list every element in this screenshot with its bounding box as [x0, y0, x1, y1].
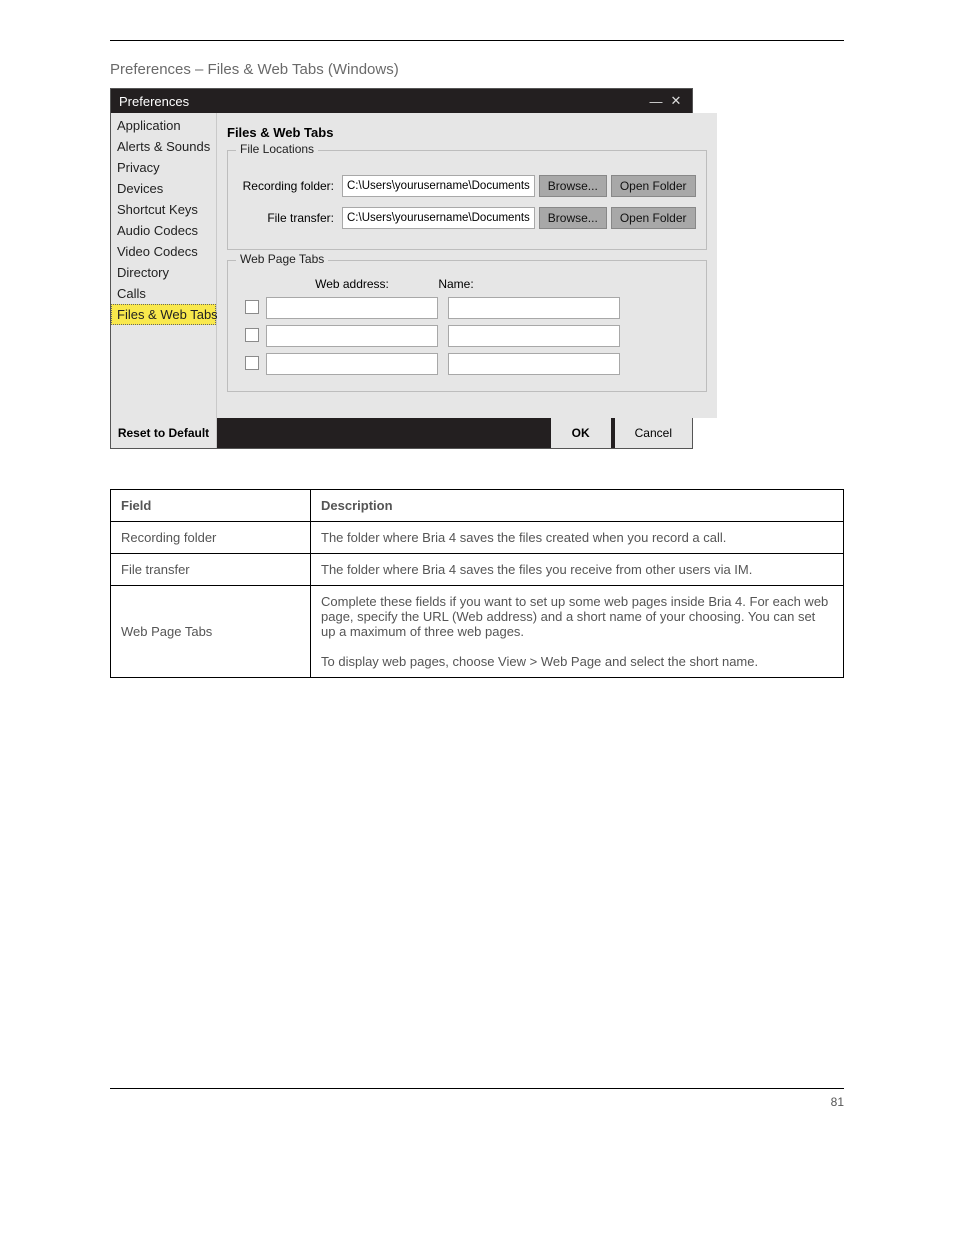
- sidebar-item-privacy[interactable]: Privacy: [111, 157, 216, 178]
- field-desc: The folder where Bria 4 saves the files …: [311, 554, 844, 586]
- webtab-2-name-input[interactable]: [448, 325, 620, 347]
- sidebar-item-application[interactable]: Application: [111, 115, 216, 136]
- sidebar-item-devices[interactable]: Devices: [111, 178, 216, 199]
- page-number: 81: [110, 1095, 844, 1109]
- dialog-footer: Reset to Default OK Cancel: [111, 418, 692, 448]
- webtab-3-checkbox[interactable]: [245, 356, 259, 370]
- sidebar-item-directory[interactable]: Directory: [111, 262, 216, 283]
- table-head-description: Description: [311, 490, 844, 522]
- file-transfer-input[interactable]: C:\Users\yourusername\Documents: [342, 207, 535, 229]
- table-row: Recording folder The folder where Bria 4…: [111, 522, 844, 554]
- panel-title: Files & Web Tabs: [227, 125, 707, 140]
- webtab-2-address-input[interactable]: [266, 325, 438, 347]
- recording-folder-label: Recording folder:: [238, 179, 338, 193]
- sidebar-item-audio-codecs[interactable]: Audio Codecs: [111, 220, 216, 241]
- webtab-2-checkbox[interactable]: [245, 328, 259, 342]
- reset-to-default-button[interactable]: Reset to Default: [111, 418, 217, 448]
- file-transfer-label: File transfer:: [238, 211, 338, 225]
- web-page-tabs-group: Web Page Tabs Web address: Name:: [227, 260, 707, 392]
- sidebar-item-files-web-tabs[interactable]: Files & Web Tabs: [111, 304, 216, 325]
- window-title: Preferences: [119, 94, 646, 109]
- sidebar-item-alerts-sounds[interactable]: Alerts & Sounds: [111, 136, 216, 157]
- table-head-field: Field: [111, 490, 311, 522]
- preferences-dialog: Preferences — ✕ Application Alerts & Sou…: [110, 88, 693, 449]
- webtab-1-address-input[interactable]: [266, 297, 438, 319]
- cancel-button[interactable]: Cancel: [615, 418, 692, 448]
- sidebar-item-video-codecs[interactable]: Video Codecs: [111, 241, 216, 262]
- field-name: File transfer: [111, 554, 311, 586]
- preferences-sidebar: Application Alerts & Sounds Privacy Devi…: [111, 113, 217, 418]
- webtab-3-address-input[interactable]: [266, 353, 438, 375]
- name-header: Name:: [438, 277, 474, 291]
- web-page-tabs-title: Web Page Tabs: [236, 252, 328, 266]
- webtab-1-checkbox[interactable]: [245, 300, 259, 314]
- fields-description-table: Field Description Recording folder The f…: [110, 489, 844, 678]
- field-name: Recording folder: [111, 522, 311, 554]
- recording-open-folder-button[interactable]: Open Folder: [611, 175, 696, 197]
- recording-folder-input[interactable]: C:\Users\yourusername\Documents: [342, 175, 535, 197]
- minimize-icon[interactable]: —: [646, 94, 666, 109]
- webtab-1-name-input[interactable]: [448, 297, 620, 319]
- ok-button[interactable]: OK: [551, 418, 611, 448]
- section-heading: Preferences – Files & Web Tabs (Windows): [110, 61, 844, 78]
- file-locations-group: File Locations Recording folder: C:\User…: [227, 150, 707, 250]
- transfer-browse-button[interactable]: Browse...: [539, 207, 607, 229]
- field-desc: Complete these fields if you want to set…: [311, 586, 844, 678]
- web-address-header: Web address:: [266, 277, 438, 291]
- table-row: File transfer The folder where Bria 4 sa…: [111, 554, 844, 586]
- field-name: Web Page Tabs: [111, 586, 311, 678]
- sidebar-item-calls[interactable]: Calls: [111, 283, 216, 304]
- titlebar: Preferences — ✕: [111, 89, 692, 113]
- table-row: Web Page Tabs Complete these fields if y…: [111, 586, 844, 678]
- recording-browse-button[interactable]: Browse...: [539, 175, 607, 197]
- webtab-3-name-input[interactable]: [448, 353, 620, 375]
- file-locations-title: File Locations: [236, 142, 318, 156]
- preferences-content: Files & Web Tabs File Locations Recordin…: [217, 113, 717, 418]
- field-desc: The folder where Bria 4 saves the files …: [311, 522, 844, 554]
- close-icon[interactable]: ✕: [666, 93, 686, 109]
- sidebar-item-shortcut-keys[interactable]: Shortcut Keys: [111, 199, 216, 220]
- transfer-open-folder-button[interactable]: Open Folder: [611, 207, 696, 229]
